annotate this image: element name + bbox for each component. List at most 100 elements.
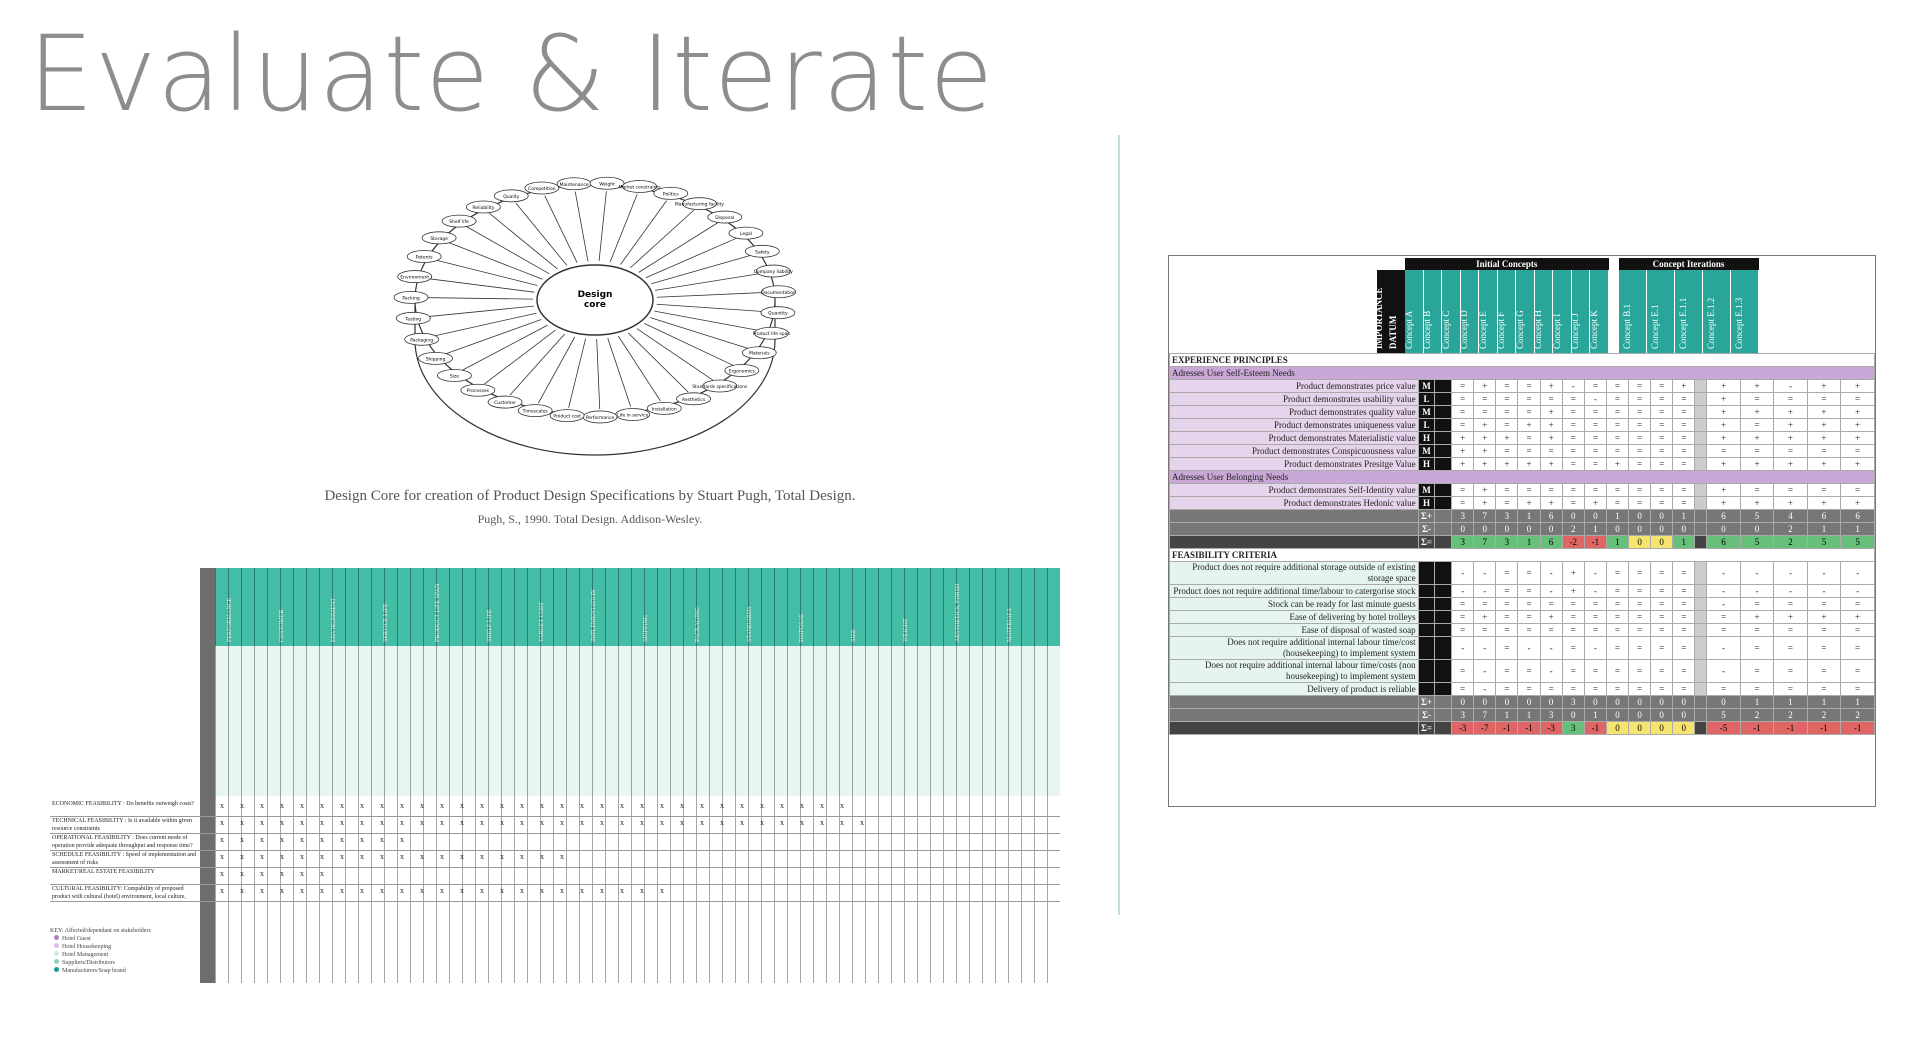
pugh-criteria-label: Product does not require additional time…: [1169, 584, 1419, 598]
sum-cell: -1: [1773, 721, 1808, 735]
sum-cell: 0: [1672, 721, 1696, 735]
sum-cell: 2: [1773, 708, 1808, 722]
score-cell: +: [1473, 610, 1497, 624]
concept-column-header: Concept H: [1533, 270, 1552, 353]
sum-cell: 0: [1628, 535, 1652, 549]
pugh-criteria-label: Delivery of product is reliable: [1169, 682, 1419, 696]
sum-cell: 1: [1840, 522, 1875, 536]
score-cell: +: [1773, 418, 1808, 432]
separator-cell: [1694, 522, 1708, 536]
score-cell: =: [1495, 636, 1519, 660]
node-label: Weight: [599, 181, 615, 187]
separator-cell: [1694, 682, 1708, 696]
node-label: Documentation: [761, 290, 796, 296]
pugh-criteria-row: Delivery of product is reliable = - = = = = = = =…: [1169, 682, 1875, 696]
pugh-criteria-label: Product demonstrates Self-Identity value: [1169, 483, 1419, 497]
score-cell: =: [1495, 379, 1519, 393]
sum-label: Σ-: [1417, 708, 1436, 722]
sum-cell: -1: [1517, 721, 1541, 735]
pugh-criteria-row: Product demonstrates Materialistic value…: [1169, 431, 1875, 445]
score-cell: =: [1583, 379, 1607, 393]
score-cell: =: [1806, 682, 1842, 696]
score-cell: =: [1517, 597, 1541, 611]
score-cell: +: [1473, 431, 1497, 445]
concept-column-header: Concept F: [1496, 270, 1515, 353]
pugh-criteria-label: Stock can be ready for last minute guest…: [1169, 597, 1419, 611]
sum-cell: 1: [1605, 509, 1630, 523]
score-cell: +: [1739, 405, 1775, 419]
score-cell: =: [1672, 659, 1696, 683]
score-cell: =: [1583, 418, 1607, 432]
score-cell: +: [1773, 496, 1808, 510]
score-cell: =: [1561, 483, 1585, 497]
sum-cell: 3: [1451, 535, 1475, 549]
importance-cell: [1417, 682, 1436, 696]
sum-cell: 7: [1473, 708, 1497, 722]
matrix-row-label: MARKET/REAL ESTATE FEASIBILITY: [52, 869, 155, 875]
datum-cell: [1434, 392, 1453, 406]
score-cell: =: [1672, 405, 1696, 419]
score-cell: +: [1773, 457, 1808, 471]
score-cell: -: [1739, 584, 1775, 598]
score-cell: =: [1561, 636, 1585, 660]
separator-cell: [1694, 708, 1708, 722]
score-cell: =: [1650, 561, 1674, 585]
sum-cell: 3: [1495, 509, 1519, 523]
node-label: Standards specifications: [692, 384, 748, 390]
score-cell: +: [1451, 457, 1475, 471]
sum-cell: 0: [1605, 522, 1630, 536]
score-cell: =: [1451, 418, 1475, 432]
score-cell: =: [1739, 682, 1775, 696]
score-cell: =: [1739, 597, 1775, 611]
score-cell: =: [1605, 405, 1630, 419]
score-cell: +: [1840, 496, 1875, 510]
score-cell: =: [1473, 405, 1497, 419]
concept-column-header: Concept I: [1552, 270, 1571, 353]
sum-cell: 6: [1840, 509, 1875, 523]
score-cell: +: [1451, 444, 1475, 458]
separator-cell: [1694, 496, 1708, 510]
datum-header: DATUM: [1388, 270, 1405, 353]
score-cell: =: [1628, 636, 1652, 660]
sum-cell: -3: [1539, 721, 1563, 735]
score-cell: =: [1495, 496, 1519, 510]
score-cell: -: [1451, 561, 1475, 585]
importance-cell: [1417, 610, 1436, 624]
pugh-criteria-row: Product demonstrates Conspicuousness val…: [1169, 444, 1875, 458]
vertical-divider: [1118, 135, 1120, 915]
score-cell: +: [1739, 457, 1775, 471]
score-cell: +: [1706, 496, 1741, 510]
score-cell: =: [1806, 623, 1842, 637]
separator-cell: [1694, 444, 1708, 458]
score-cell: +: [1473, 496, 1497, 510]
score-cell: =: [1583, 405, 1607, 419]
score-cell: =: [1628, 496, 1652, 510]
matrix-key-item: Suppliers/Distributors: [50, 959, 200, 967]
score-cell: -: [1583, 561, 1607, 585]
score-cell: =: [1672, 496, 1696, 510]
pugh-criteria-row: Does not require additional internal lab…: [1169, 636, 1875, 660]
sum-cell: 0: [1706, 522, 1741, 536]
pugh-criteria-label: Ease of delivering by hotel trolleys: [1169, 610, 1419, 624]
score-cell: =: [1495, 623, 1519, 637]
score-cell: -: [1517, 636, 1541, 660]
score-cell: =: [1773, 483, 1808, 497]
pugh-sum-row: Σ- 0 0 0 0 0 2 1 0 0 0 0 0 0 2 1 1: [1169, 522, 1875, 536]
score-cell: =: [1773, 659, 1808, 683]
score-cell: -: [1840, 584, 1875, 598]
sum-row-spacer: [1169, 695, 1419, 709]
node-label: Packing: [402, 295, 419, 301]
sum-label: Σ+: [1417, 695, 1436, 709]
score-cell: =: [1739, 636, 1775, 660]
datum-cell: [1434, 522, 1453, 536]
pugh-sum-row: Σ+ 0 0 0 0 0 3 0 0 0 0 0 0 1 1 1 1: [1169, 695, 1875, 709]
node-label: Customer: [494, 400, 516, 406]
pugh-criteria-row: Ease of disposal of wasted soap = = = = = = = = =…: [1169, 623, 1875, 637]
score-cell: =: [1650, 636, 1674, 660]
score-cell: +: [1473, 444, 1497, 458]
score-cell: =: [1495, 597, 1519, 611]
score-cell: =: [1495, 405, 1519, 419]
score-cell: =: [1561, 418, 1585, 432]
sum-cell: 0: [1706, 695, 1741, 709]
sum-cell: 0: [1628, 721, 1652, 735]
